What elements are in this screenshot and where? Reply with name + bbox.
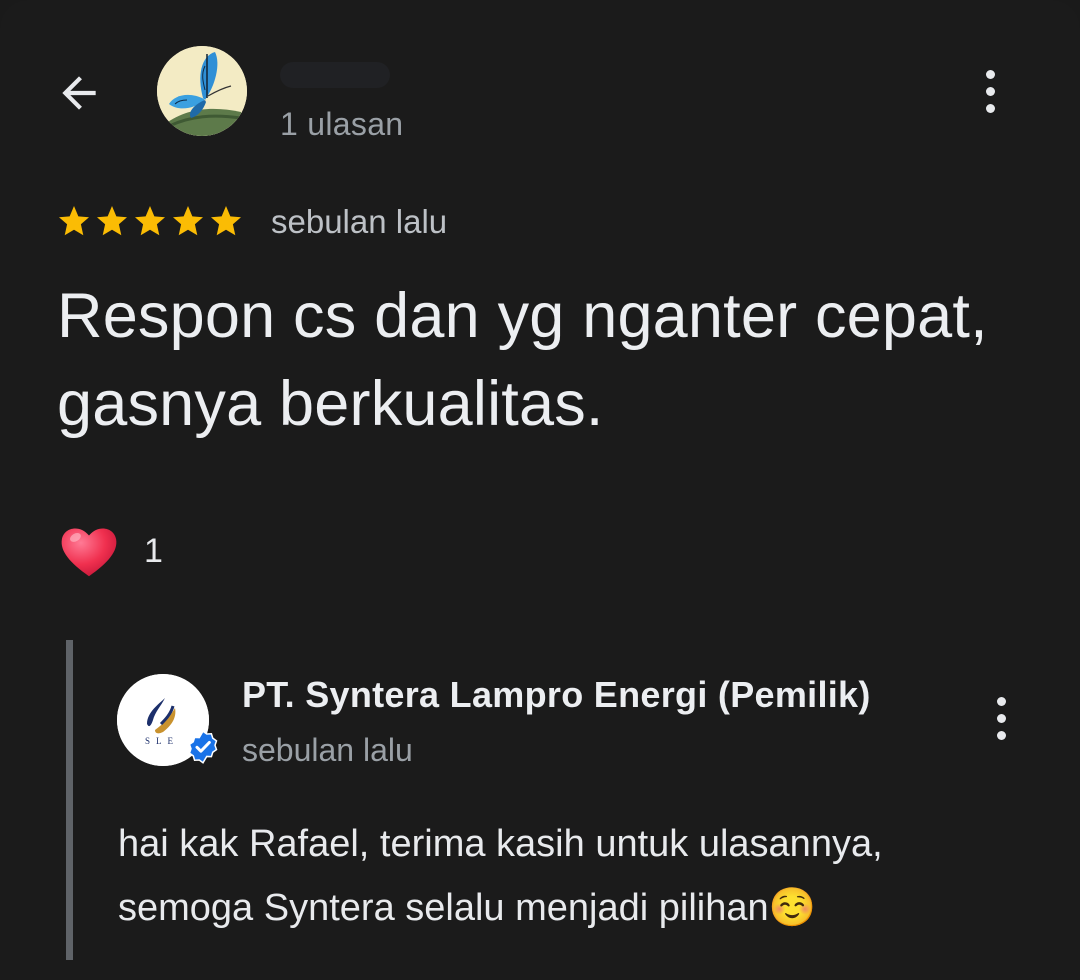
more-options-button[interactable] [970,59,1010,123]
butterfly-avatar-icon [157,46,247,136]
reviewer-review-count[interactable]: 1 ulasan [280,104,403,144]
reviewer-avatar[interactable] [157,46,247,136]
star-icon [173,206,203,236]
owner-name: PT. Syntera Lampro Energi (Pemilik) [242,674,871,715]
review-detail-screen: 1 ulasan sebulan lalu Respon cs dan yg n… [0,0,1080,980]
heart-icon [61,528,117,577]
verified-badge-icon [188,730,218,764]
arrow-left-icon [62,76,96,110]
reply-text: hai kak Rafael, terima kasih untuk ulasa… [118,812,978,940]
reply-text-line: semoga Syntera selalu menjadi pilihan☺️ [118,887,816,929]
star-rating [56,203,244,239]
back-button[interactable] [48,62,110,124]
heart-reaction-button[interactable]: 1 [58,520,163,582]
reviewer-name-redacted[interactable] [280,62,390,88]
reply-timestamp: sebulan lalu [242,732,413,768]
svg-text:SLE: SLE [145,736,179,746]
star-icon [59,206,89,236]
reply-text-line: hai kak Rafael, terima kasih untuk ulasa… [118,823,883,865]
star-icon [135,206,165,236]
review-timestamp: sebulan lalu [271,203,448,240]
review-text: Respon cs dan yg nganter cepat, gasnya b… [57,281,988,439]
more-vertical-icon [985,69,995,79]
star-icon [97,206,127,236]
reply-more-options-button[interactable] [981,686,1021,750]
reaction-count: 1 [144,531,163,570]
more-vertical-icon [996,696,1006,706]
star-icon [211,206,241,236]
reply-divider-bar [66,640,73,960]
